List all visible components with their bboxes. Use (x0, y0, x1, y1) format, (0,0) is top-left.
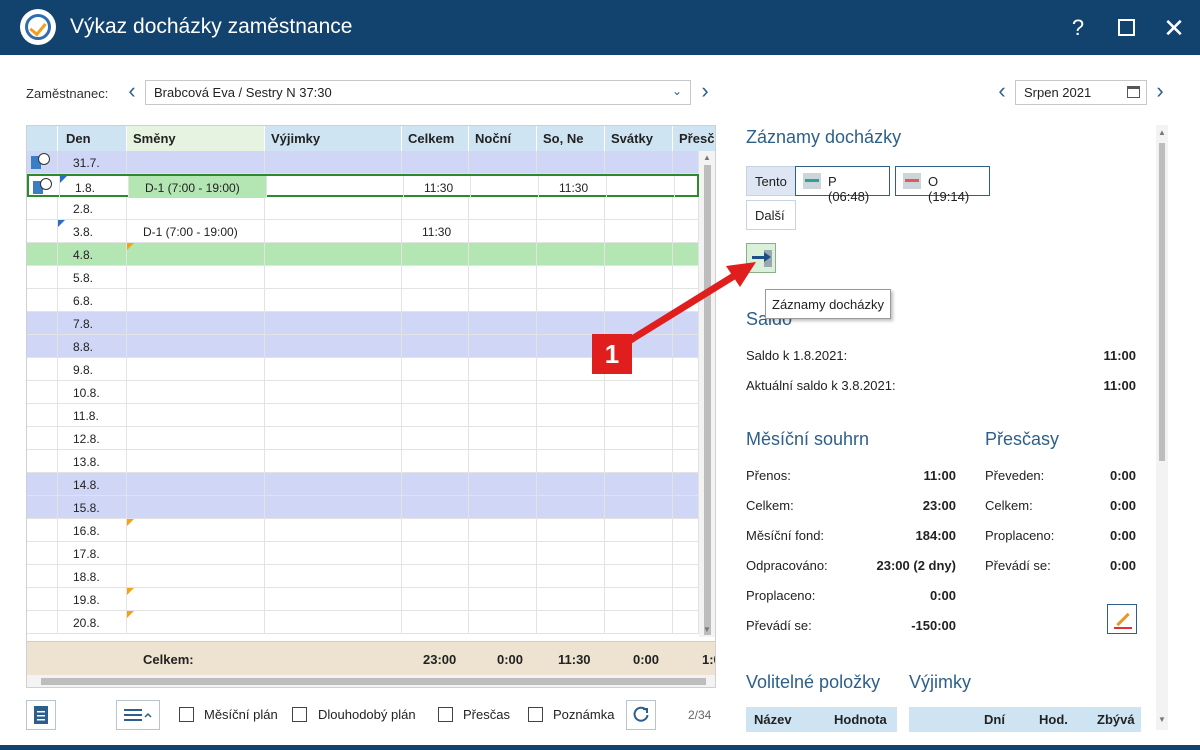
annotation-badge: 1 (592, 334, 632, 374)
annotation-arrow (622, 262, 756, 347)
